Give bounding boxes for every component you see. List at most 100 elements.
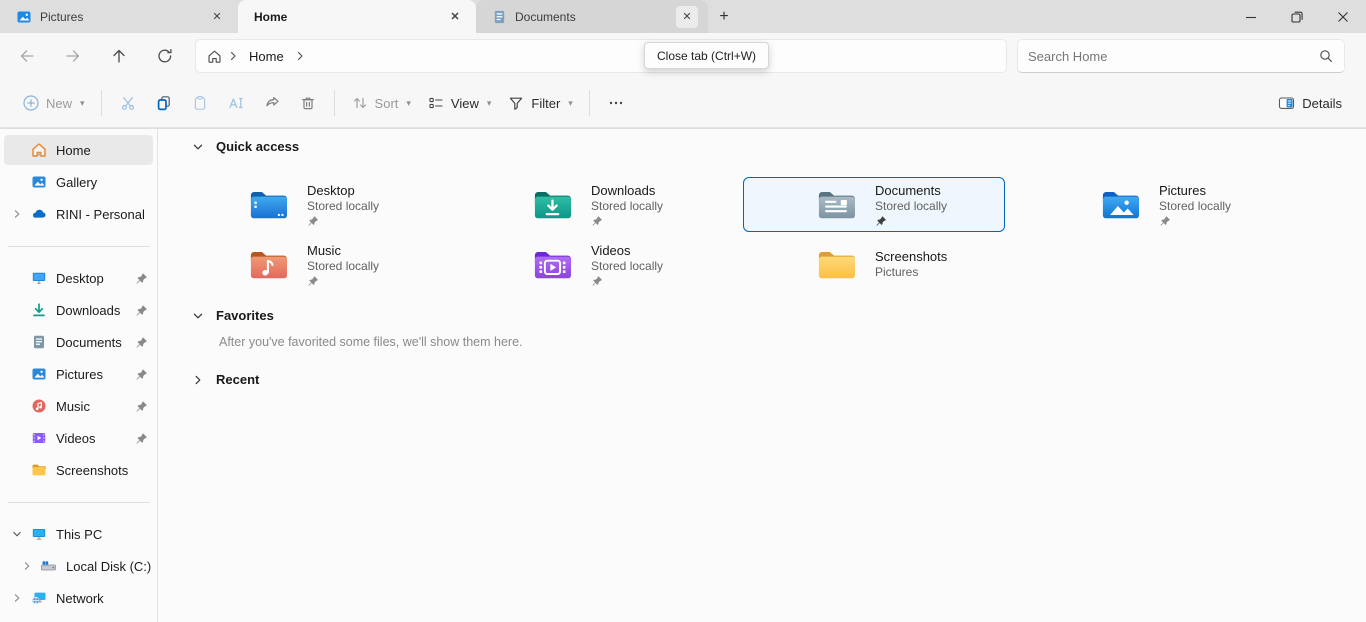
refresh-icon[interactable] xyxy=(147,38,183,74)
filter-button[interactable]: Filter ▾ xyxy=(499,85,580,121)
sidebar-item-desktop[interactable]: Desktop xyxy=(4,263,153,293)
chevron-right-icon[interactable] xyxy=(4,593,30,603)
close-window-button[interactable] xyxy=(1320,0,1366,33)
forward-icon[interactable] xyxy=(55,38,91,74)
search-box[interactable] xyxy=(1017,39,1345,73)
sort-button[interactable]: Sort ▾ xyxy=(343,85,419,121)
tile-subtitle: Stored locally xyxy=(307,199,379,214)
chevron-right-icon[interactable] xyxy=(4,209,30,219)
pictures-icon xyxy=(30,366,47,382)
tile-videos[interactable]: Videos Stored locally xyxy=(459,237,721,292)
details-pane-icon xyxy=(1277,94,1296,112)
videos-icon xyxy=(30,430,47,446)
tile-music[interactable]: Music Stored locally xyxy=(175,237,437,292)
sort-label: Sort xyxy=(375,96,399,111)
chevron-down-icon[interactable] xyxy=(187,141,209,153)
sidebar-item-label: Downloads xyxy=(56,303,131,318)
search-input[interactable] xyxy=(1028,49,1318,64)
sidebar-item-onedrive[interactable]: RINI - Personal xyxy=(4,199,153,229)
up-icon[interactable] xyxy=(101,38,137,74)
tab-documents[interactable]: Documents ✕ xyxy=(476,0,708,33)
network-icon xyxy=(30,590,47,606)
tile-subtitle: Stored locally xyxy=(591,259,663,274)
sidebar-item-label: Screenshots xyxy=(56,463,153,478)
chevron-right-icon[interactable] xyxy=(294,50,306,62)
tile-title: Pictures xyxy=(1159,183,1231,199)
sidebar-item-videos[interactable]: Videos xyxy=(4,423,153,453)
downloads-folder-icon xyxy=(533,188,571,221)
address-bar[interactable]: Home xyxy=(195,39,1007,73)
paste-button[interactable] xyxy=(182,85,218,121)
tab-home[interactable]: Home ✕ xyxy=(238,0,476,33)
sidebar-item-home[interactable]: Home xyxy=(4,135,153,165)
window-controls xyxy=(1228,0,1366,33)
sidebar-item-screenshots[interactable]: Screenshots xyxy=(4,455,153,485)
documents-icon xyxy=(30,334,47,350)
new-button[interactable]: New ▾ xyxy=(14,85,93,121)
pin-icon xyxy=(131,432,151,445)
sidebar-item-local-disk-c[interactable]: Local Disk (C:) xyxy=(4,551,153,581)
recent-section-header[interactable]: Recent xyxy=(187,372,259,387)
sidebar-separator xyxy=(8,246,150,247)
tile-documents[interactable]: Documents Stored locally xyxy=(743,177,1005,232)
new-label: New xyxy=(46,96,72,111)
section-label: Quick access xyxy=(216,139,299,154)
pin-icon xyxy=(591,215,663,227)
tile-subtitle: Pictures xyxy=(875,265,947,280)
chevron-down-icon[interactable] xyxy=(4,529,30,539)
sidebar-item-label: Music xyxy=(56,399,131,414)
tile-downloads[interactable]: Downloads Stored locally xyxy=(459,177,721,232)
details-button[interactable]: Details xyxy=(1269,85,1350,121)
pin-icon xyxy=(591,275,663,287)
home-icon xyxy=(30,142,47,158)
sidebar-separator xyxy=(8,502,150,503)
tab-label: Documents xyxy=(515,10,668,24)
filter-label: Filter xyxy=(531,96,560,111)
chevron-down-icon: ▾ xyxy=(568,98,573,109)
tile-desktop[interactable]: Desktop Stored locally xyxy=(175,177,437,232)
desktop-folder-icon xyxy=(249,188,287,221)
view-button[interactable]: View ▾ xyxy=(419,85,499,121)
close-tab-icon[interactable]: ✕ xyxy=(444,6,466,28)
chevron-down-icon: ▾ xyxy=(406,98,411,109)
tile-title: Music xyxy=(307,243,379,259)
tile-screenshots[interactable]: Screenshots Pictures xyxy=(743,237,1005,292)
back-icon[interactable] xyxy=(9,38,45,74)
sidebar-item-pictures[interactable]: Pictures xyxy=(4,359,153,389)
sidebar-item-network[interactable]: Network xyxy=(4,583,153,613)
share-button[interactable] xyxy=(254,85,290,121)
search-icon[interactable] xyxy=(1318,48,1334,64)
pin-icon xyxy=(875,215,947,227)
music-folder-icon xyxy=(249,248,287,281)
screenshots-folder-icon xyxy=(817,248,855,281)
details-label: Details xyxy=(1302,96,1342,111)
new-tab-button[interactable]: + xyxy=(708,0,740,33)
delete-button[interactable] xyxy=(290,85,326,121)
pin-icon xyxy=(1159,215,1231,227)
cut-button[interactable] xyxy=(110,85,146,121)
sidebar-item-gallery[interactable]: Gallery xyxy=(4,167,153,197)
close-tab-icon[interactable]: ✕ xyxy=(676,6,698,28)
breadcrumb[interactable]: Home xyxy=(243,49,290,64)
chevron-right-icon[interactable] xyxy=(187,374,209,386)
tile-pictures[interactable]: Pictures Stored locally xyxy=(1027,177,1289,232)
sidebar-item-this-pc[interactable]: This PC xyxy=(4,519,153,549)
tile-subtitle: Stored locally xyxy=(875,199,947,214)
pin-icon xyxy=(307,275,379,287)
sidebar-item-downloads[interactable]: Downloads xyxy=(4,295,153,325)
pin-icon xyxy=(131,272,151,285)
sidebar-item-music[interactable]: Music xyxy=(4,391,153,421)
maximize-button[interactable] xyxy=(1274,0,1320,33)
minimize-button[interactable] xyxy=(1228,0,1274,33)
sidebar-item-documents[interactable]: Documents xyxy=(4,327,153,357)
rename-button[interactable] xyxy=(218,85,254,121)
copy-button[interactable] xyxy=(146,85,182,121)
home-breadcrumb-icon[interactable] xyxy=(206,48,223,65)
quick-access-section-header[interactable]: Quick access xyxy=(187,139,299,154)
tab-pictures[interactable]: Pictures ✕ xyxy=(0,0,238,33)
chevron-right-icon[interactable] xyxy=(14,561,40,571)
close-tab-icon[interactable]: ✕ xyxy=(206,6,228,28)
chevron-down-icon[interactable] xyxy=(187,310,209,322)
favorites-section-header[interactable]: Favorites xyxy=(187,308,274,323)
more-options-icon[interactable] xyxy=(598,85,634,121)
